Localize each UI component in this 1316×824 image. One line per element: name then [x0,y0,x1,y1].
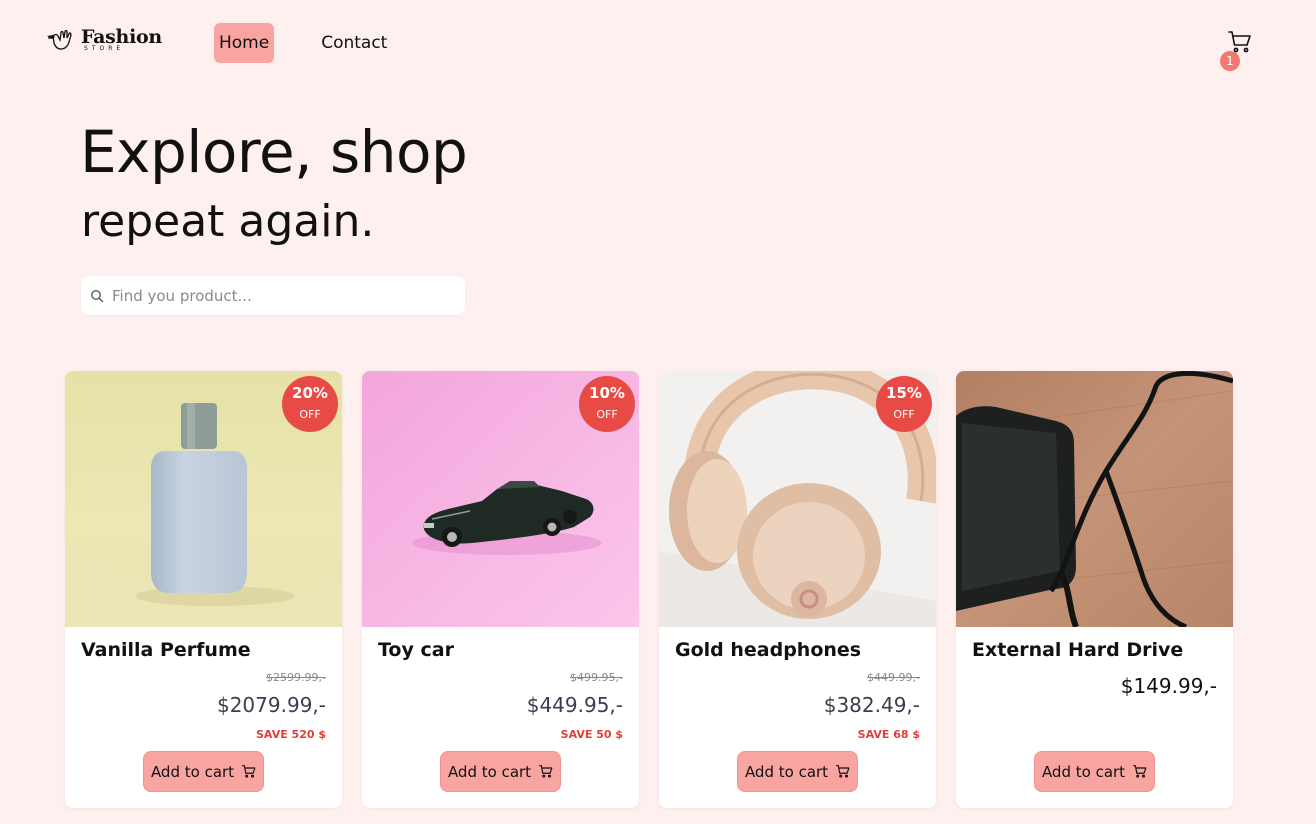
product-image-perfume[interactable]: 20% OFF [65,371,342,627]
nav-contact[interactable]: Contact [316,23,392,63]
product-grid: 20% OFF Vanilla Perfume $2599.99,- $2079… [65,371,1233,808]
header: Fashion STORE Home Contact 1 [0,0,1316,80]
discount-badge: 20% OFF [282,376,338,432]
cart-count-badge: 1 [1220,51,1240,71]
product-title[interactable]: Vanilla Perfume [81,639,251,661]
add-to-cart-button[interactable]: Add to cart [1034,751,1155,792]
discount-percent: 15% [886,384,922,402]
main-nav: Home Contact [214,23,392,63]
cart-small-icon [836,765,850,778]
discount-percent: 10% [589,384,625,402]
discount-off: OFF [299,408,321,421]
product-image-toy-car[interactable]: 10% OFF [362,371,639,627]
cart-button[interactable]: 1 [1220,31,1254,71]
hand-logo-icon [47,29,72,50]
discount-off: OFF [893,408,915,421]
add-to-cart-button[interactable]: Add to cart [440,751,561,792]
add-to-cart-button[interactable]: Add to cart [143,751,264,792]
product-card[interactable]: External Hard Drive $149.99,- Add to car… [956,371,1233,808]
hero-title: Explore, shop [80,118,468,186]
search-bar [81,276,465,315]
cart-small-icon [242,765,256,778]
save-amount: SAVE 520 $ [256,728,326,741]
price: $2079.99,- [216,693,326,717]
cart-icon [1228,31,1251,53]
nav-home[interactable]: Home [214,23,275,63]
product-title[interactable]: Toy car [378,639,454,661]
search-icon [90,289,104,303]
product-title[interactable]: Gold headphones [675,639,861,661]
save-amount: SAVE 50 $ [560,728,623,741]
product-card[interactable]: 20% OFF Vanilla Perfume $2599.99,- $2079… [65,371,342,808]
price: $449.95,- [526,693,623,717]
save-amount: SAVE 68 $ [857,728,920,741]
discount-badge: 10% OFF [579,376,635,432]
discount-badge: 15% OFF [876,376,932,432]
add-to-cart-label: Add to cart [447,762,532,781]
product-image-hard-drive[interactable] [956,371,1233,627]
logo[interactable]: Fashion STORE [46,28,162,52]
product-image-headphones[interactable]: 15% OFF [659,371,936,627]
product-card[interactable]: 15% OFF Gold headphones $449.99,- $382.4… [659,371,936,808]
old-price: $499.95,- [570,671,623,684]
price: $382.49,- [823,693,920,717]
search-input[interactable] [112,286,442,305]
cart-small-icon [539,765,553,778]
discount-off: OFF [596,408,618,421]
add-to-cart-label: Add to cart [744,762,829,781]
product-card[interactable]: 10% OFF Toy car $499.95,- $449.95,- SAVE… [362,371,639,808]
discount-percent: 20% [292,384,328,402]
cart-small-icon [1133,765,1147,778]
product-title[interactable]: External Hard Drive [972,639,1183,661]
logo-subtitle: STORE [84,45,125,52]
old-price: $449.99,- [867,671,920,684]
add-to-cart-label: Add to cart [150,762,235,781]
old-price: $2599.99,- [266,671,326,684]
price: $149.99,- [1120,674,1217,698]
hero-subtitle: repeat again. [81,196,375,247]
add-to-cart-label: Add to cart [1041,762,1126,781]
add-to-cart-button[interactable]: Add to cart [737,751,858,792]
